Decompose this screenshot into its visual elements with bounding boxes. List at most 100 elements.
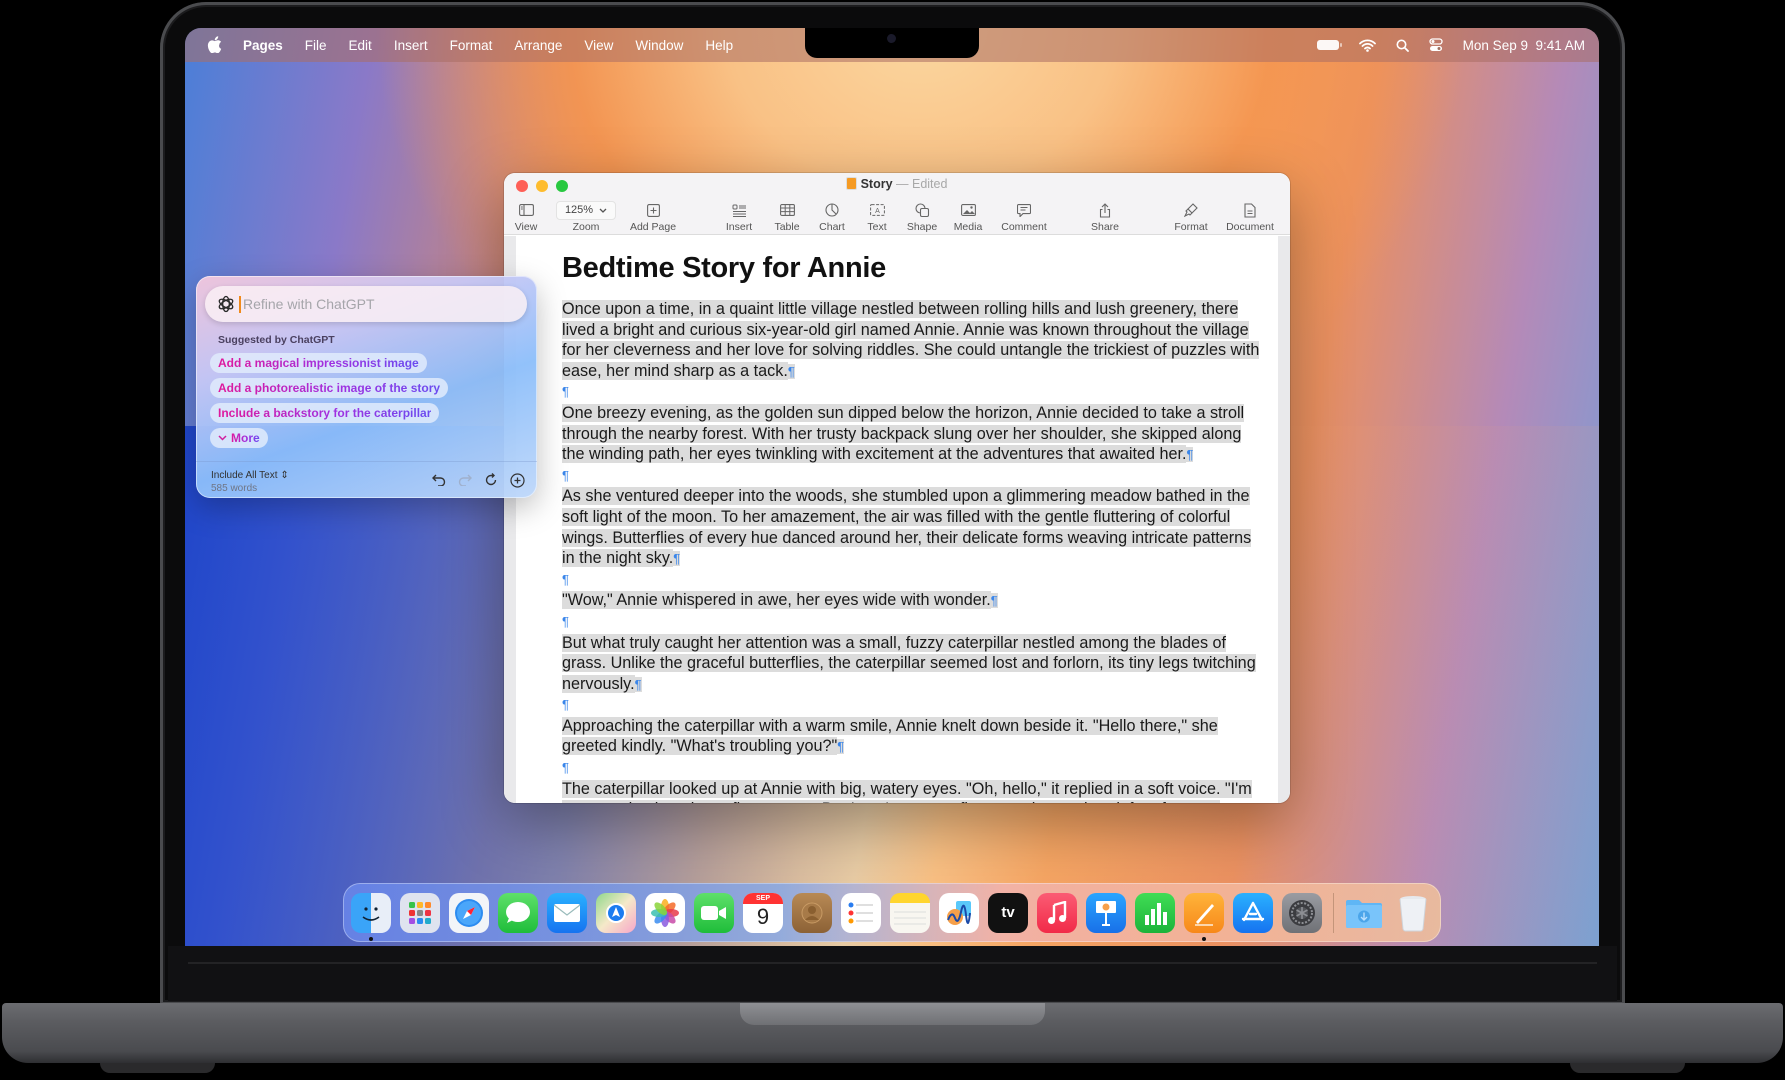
toolbar-document-button[interactable]: Document [1221,201,1279,233]
menu-edit[interactable]: Edit [349,38,372,53]
suggestion-chip[interactable]: Add a magical impressionist image [210,353,427,373]
more-suggestions-button[interactable]: More [210,428,268,448]
menu-format[interactable]: Format [450,38,493,53]
text-scope-selector[interactable]: Include All Text ⇕ [211,469,289,482]
spotlight-search-icon[interactable] [1396,39,1409,52]
dock: SEP 9 tv [343,883,1441,942]
toolbar-insert-button[interactable]: Insert [721,201,757,233]
trash-icon[interactable] [1393,893,1433,933]
freeform-icon[interactable] [939,892,979,933]
zoom-select[interactable]: 125% [555,200,617,220]
paragraph[interactable]: Once upon a time, in a quaint little vil… [562,299,1262,382]
safari-icon[interactable] [449,892,489,933]
notes-icon[interactable] [890,892,930,933]
control-center-icon[interactable] [1429,38,1443,52]
pages-document-icon [846,178,856,189]
refine-with-chatgpt-input[interactable] [239,295,499,313]
paragraph[interactable]: The caterpillar looked up at Annie with … [562,779,1262,803]
title-separator: — [896,177,909,191]
add-page-icon [625,201,681,219]
suggestions-heading: Suggested by ChatGPT [218,334,335,346]
text-box-icon: A [862,201,892,219]
finder-icon[interactable] [351,892,391,941]
appstore-icon[interactable] [1233,892,1273,933]
undo-button[interactable] [431,472,447,488]
redo-icon [458,474,472,486]
document-heading[interactable]: Bedtime Story for Annie [562,252,1262,285]
paintbrush-icon [1171,201,1211,219]
maps-icon[interactable] [596,892,636,933]
menu-file[interactable]: File [305,38,327,53]
toolbar-comment-button[interactable]: Comment [996,201,1052,233]
menu-clock[interactable]: Mon Sep 9 9:41 AM [1463,38,1585,53]
suggestion-chip[interactable]: Include a backstory for the caterpillar [210,403,440,423]
paragraph[interactable]: "Wow," Annie whispered in awe, her eyes … [562,590,1262,612]
toolbar-view-button[interactable]: View [512,201,540,233]
calendar-day: 9 [756,903,770,929]
numbers-icon[interactable] [1135,892,1175,933]
wifi-icon[interactable] [1358,39,1376,52]
toolbar-text-button[interactable]: A Text [862,201,892,233]
facetime-icon[interactable] [694,892,734,933]
laptop-foot [1570,1063,1685,1073]
redo-button[interactable] [457,472,473,488]
toolbar-chart-button[interactable]: Chart [815,201,849,233]
contacts-icon[interactable] [792,892,832,933]
keynote-icon[interactable] [1086,892,1126,933]
chatgpt-refine-panel: Suggested by ChatGPT Add a magical impre… [196,276,537,498]
toolbar-media-button[interactable]: Media [950,201,986,233]
document-body[interactable]: Bedtime Story for Annie Once upon a time… [562,252,1262,803]
paragraph[interactable]: As she ventured deeper into the woods, s… [562,486,1262,569]
settings-icon[interactable] [1282,892,1322,933]
messages-icon[interactable] [498,892,538,933]
refine-input-container[interactable] [205,286,527,322]
menu-window[interactable]: Window [635,38,683,53]
downloads-folder-icon[interactable] [1344,893,1384,933]
shape-icon [904,201,940,219]
add-button[interactable] [509,472,525,488]
toolbar-format-button[interactable]: Format [1171,201,1211,233]
chevron-down-icon [218,435,227,441]
empty-paragraph-mark: ¶ [562,613,569,629]
undo-icon [432,474,446,486]
photos-icon[interactable] [645,892,685,933]
menu-app-pages[interactable]: Pages [243,38,283,53]
mail-icon[interactable] [547,892,587,933]
plus-circle-icon [509,472,525,488]
menu-help[interactable]: Help [705,38,733,53]
paragraph[interactable]: Approaching the caterpillar with a warm … [562,716,1262,758]
toolbar-table-button[interactable]: Table [770,201,804,233]
toolbar-zoom-control[interactable]: 125% Zoom [555,200,617,233]
launchpad-icon[interactable] [400,892,440,933]
document-canvas: Bedtime Story for Annie Once upon a time… [504,236,1290,803]
battery-icon[interactable] [1316,40,1342,50]
window-titlebar: Story — Edited View 125% Zoom Add Page I… [504,173,1290,235]
menu-view[interactable]: View [584,38,613,53]
empty-paragraph-mark: ¶ [562,760,569,776]
running-indicator [369,936,373,941]
table-icon [770,201,804,219]
toolbar-shape-button[interactable]: Shape [904,201,940,233]
chevron-down-icon [599,208,607,213]
pages-icon[interactable] [1184,892,1224,941]
camera-notch [805,28,979,58]
up-down-chevron-icon: ⇕ [280,470,289,481]
calendar-icon[interactable]: SEP 9 [743,892,783,933]
menu-insert[interactable]: Insert [394,38,428,53]
media-icon [950,201,986,219]
toolbar-share-button[interactable]: Share [1087,201,1123,233]
reminders-icon[interactable] [841,892,881,933]
appletv-icon[interactable]: tv [988,892,1028,933]
document-status: Edited [911,177,948,191]
toolbar-add-page-button[interactable]: Add Page [625,201,681,233]
regenerate-button[interactable] [483,472,499,488]
paragraph[interactable]: But what truly caught her attention was … [562,633,1262,696]
suggestion-chip[interactable]: Add a photorealistic image of the story [210,378,449,398]
music-icon[interactable] [1037,892,1077,933]
laptop-foot [100,1063,215,1073]
paragraph[interactable]: One breezy evening, as the golden sun di… [562,403,1262,466]
pages-window: Story — Edited View 125% Zoom Add Page I… [504,173,1290,803]
document-page[interactable]: Bedtime Story for Annie Once upon a time… [516,236,1278,803]
apple-menu-icon[interactable] [207,36,223,54]
menu-arrange[interactable]: Arrange [514,38,562,53]
